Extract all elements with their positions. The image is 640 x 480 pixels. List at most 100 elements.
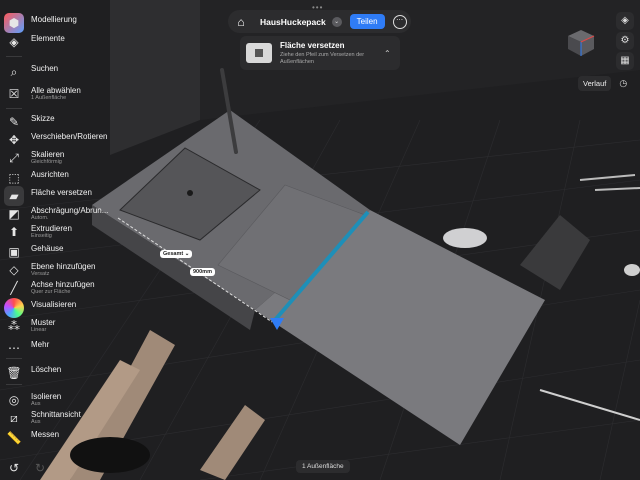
tool-messen[interactable]: 📏 Messen — [4, 428, 120, 448]
scale-icon: ⤢ — [9, 150, 19, 165]
pattern-icon: ⁂ — [8, 319, 20, 333]
tool-label: Skalieren — [31, 150, 65, 159]
tool-label: Suchen — [31, 64, 59, 73]
add-axis-icon: ╱ — [10, 281, 18, 295]
tool-sublabel: Aus — [31, 401, 41, 407]
tool-flaeche-versetzen[interactable]: ▰ Fläche versetzen — [4, 186, 120, 206]
tool-sublabel: Linear — [31, 327, 47, 333]
undo-icon: ↺ — [8, 461, 20, 475]
tool-label: Achse hinzufügen — [31, 280, 95, 289]
tool-mehr[interactable]: ⋯ Mehr — [4, 338, 120, 358]
settings-icon[interactable]: ⚙ — [616, 32, 634, 50]
tool-label: Elemente — [31, 34, 65, 43]
elements-icon: ◈ — [9, 35, 19, 49]
tool-sublabel: Gleichförmig — [31, 159, 62, 165]
history-control[interactable]: Verlauf ◷ — [578, 74, 638, 92]
trash-icon: 🗑 — [6, 366, 22, 380]
bevel-icon: ◩ — [8, 207, 20, 221]
section-view-icon: ⧄ — [10, 410, 18, 425]
tool-label: Muster — [31, 318, 56, 327]
top-bar: ⌂ HausHuckepack ⌄ Teilen ⋯ — [228, 10, 411, 33]
sink-drain — [187, 190, 193, 196]
tool-label: Schnittansicht — [31, 410, 81, 419]
tool-abschraegung[interactable]: ◩ Abschrägung/Abrun... Autom. — [4, 204, 120, 224]
tool-sublabel: Aus — [31, 419, 41, 425]
tool-label: Ebene hinzufügen — [31, 262, 96, 271]
tool-label: Löschen — [31, 365, 62, 374]
measure-mode-label: Gesamt — [163, 251, 184, 257]
tool-label: Gehäuse — [31, 244, 64, 253]
search-icon: ⌕ — [10, 64, 18, 79]
measure-mode-tag[interactable]: Gesamt ⌄ — [160, 250, 193, 258]
visualize-icon — [4, 298, 24, 318]
more-icon: ⋯ — [8, 341, 20, 355]
tool-skalieren[interactable]: ⤢ Skalieren Gleichförmig — [4, 148, 120, 168]
tool-label: Isolieren — [31, 392, 62, 401]
extrude-icon: ⬆ — [8, 225, 20, 239]
tool-label: Messen — [31, 430, 60, 439]
share-button[interactable]: Teilen — [349, 14, 385, 29]
redo-icon: ↻ — [34, 461, 46, 475]
tool-gehaeuse[interactable]: ▣ Gehäuse — [4, 242, 120, 262]
divider — [6, 358, 22, 359]
offset-face-icon: ▰ — [4, 186, 24, 206]
tool-visualisieren[interactable]: Visualisieren — [4, 298, 120, 318]
measure-value-label: 900mm — [193, 269, 212, 275]
tool-sublabel: Quer zur Fläche — [31, 289, 71, 295]
tool-label: Visualisieren — [31, 300, 77, 309]
tool-ausrichten[interactable]: ⬚ Ausrichten — [4, 168, 120, 188]
sketch-icon: ✎ — [8, 115, 20, 129]
tool-suchen[interactable]: ⌕ Suchen — [4, 62, 120, 82]
selection-status: 1 Außenfläche — [296, 460, 350, 473]
tool-skizze[interactable]: ✎ Skizze — [4, 112, 120, 132]
divider — [6, 384, 22, 385]
tool-sublabel: Versatz — [31, 271, 50, 277]
tool-loeschen[interactable]: 🗑 Löschen — [4, 363, 120, 383]
history-clock-icon: ◷ — [619, 77, 628, 88]
tool-isolieren[interactable]: ◎ Isolieren Aus — [4, 390, 120, 410]
tool-info-card: Fläche versetzen Ziehe den Pfeil zum Ver… — [240, 36, 400, 70]
tool-muster[interactable]: ⁂ Muster Linear — [4, 316, 120, 336]
view-cube[interactable] — [566, 28, 596, 58]
object-round — [443, 228, 487, 248]
tool-label: Verschieben/Rotieren — [31, 132, 108, 141]
undo-button[interactable]: ↺ — [4, 458, 120, 478]
redo-button[interactable]: ↻ — [30, 458, 50, 478]
tool-sublabel: 1 Außenfläche — [31, 95, 67, 101]
more-options-icon[interactable]: ⋯ — [392, 14, 407, 29]
add-plane-icon: ◇ — [9, 263, 19, 277]
tool-label: Mehr — [31, 340, 50, 349]
tool-label: Ausrichten — [31, 170, 69, 179]
tool-thumbnail — [246, 43, 272, 63]
tool-schnittansicht[interactable]: ⧄ Schnittansicht Aus — [4, 408, 120, 428]
tool-label: Modellierung — [31, 15, 77, 24]
tool-sublabel: Autom. — [31, 215, 49, 221]
document-title[interactable]: HausHuckepack — [260, 17, 326, 27]
tool-ebene-hinzufuegen[interactable]: ◇ Ebene hinzufügen Versatz — [4, 260, 120, 280]
tool-verschieben-rotieren[interactable]: ✥ Verschieben/Rotieren — [4, 130, 120, 150]
tool-label: Extrudieren — [31, 224, 72, 233]
grid-toggle-icon[interactable]: ▦ — [616, 52, 634, 70]
history-label: Verlauf — [578, 75, 612, 91]
layers-icon[interactable]: ◈ — [616, 12, 634, 30]
measure-value-tag[interactable]: 900mm — [190, 268, 215, 276]
chevron-down-icon[interactable]: ⌄ — [331, 16, 342, 27]
tool-label: Fläche versetzen — [31, 188, 92, 197]
deselect-icon: ☒ — [8, 87, 20, 101]
tool-label: Skizze — [31, 114, 55, 123]
tool-alle-abwaehlen[interactable]: ☒ Alle abwählen 1 Außenfläche — [4, 84, 120, 104]
chevron-up-icon[interactable]: ⌃ — [384, 49, 391, 58]
tool-extrudieren[interactable]: ⬆ Extrudieren Einseitig — [4, 222, 120, 242]
modeling-icon: ⬢ — [4, 13, 24, 33]
divider — [6, 56, 22, 57]
move-rotate-icon: ✥ — [8, 133, 20, 147]
tool-sublabel: Einseitig — [31, 233, 52, 239]
tool-card-description: Ziehe den Pfeil zum Versetzen der Außenf… — [280, 51, 365, 65]
align-icon: ⬚ — [8, 171, 20, 185]
measure-icon: 📏 — [6, 431, 22, 445]
isolate-icon: ◎ — [8, 393, 20, 407]
tool-elemente[interactable]: ◈ Elemente — [4, 32, 120, 52]
home-icon[interactable]: ⌂ — [228, 15, 254, 29]
tool-achse-hinzufuegen[interactable]: ╱ Achse hinzufügen Quer zur Fläche — [4, 278, 120, 298]
tool-modellierung[interactable]: ⬢ Modellierung — [4, 13, 120, 33]
